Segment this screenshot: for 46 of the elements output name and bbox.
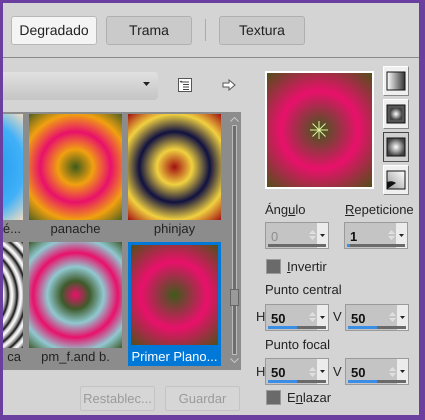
horizontal-spinner[interactable]: 50 [265,358,329,385]
radial-gradient-button[interactable] [383,132,409,162]
corner-gradient-button[interactable] [383,165,409,195]
crosshair-icon[interactable] [310,121,328,139]
list-settings-icon[interactable] [178,78,192,92]
arrow-right-icon[interactable] [222,79,236,91]
tab[interactable]: Textura [219,16,305,44]
dropdown-caret-icon[interactable] [320,370,326,373]
gradient-thumbnail[interactable] [29,242,122,348]
axis-label: H [256,362,265,381]
gradient-name: phinjay [152,220,196,238]
invert-label: Invertir [287,258,327,276]
vertical-spinner[interactable]: 50 [345,358,409,385]
axis-label: V [333,308,343,326]
section-title: Punto focal [265,336,332,354]
gradient-preview[interactable] [265,71,374,189]
link-label: Enlazar [287,389,332,407]
axis-label: H [256,308,265,326]
tab[interactable]: Degradado [11,16,97,44]
linear-gradient-button[interactable] [383,66,409,96]
gradient-name: ca [6,348,22,366]
dropdown-caret-icon[interactable] [320,316,326,318]
gradient-thumbnail[interactable] [128,242,221,348]
vertical-spinner[interactable]: 50 [345,304,409,330]
gradient-name: panache [50,220,102,238]
axis-label: V [333,362,343,381]
section-title: Punto central [265,281,343,299]
tab[interactable]: Trama [106,16,192,44]
dropdown-caret-icon[interactable] [399,234,404,236]
gradient-thumbnail[interactable] [128,114,221,220]
gradient-name: pm_f.and b. [40,348,111,366]
horizontal-spinner[interactable]: 50 [265,304,329,330]
repetitions-label: Repeticione [345,202,414,217]
angle-label: Ángulo [265,202,306,217]
gradient-name: é... [3,220,22,238]
rectangular-gradient-button[interactable] [383,99,409,129]
dropdown-field[interactable] [3,72,158,100]
gradient-thumbnail[interactable] [29,114,122,220]
gradient-name: Primer Plano... [128,348,221,366]
dropdown-caret-icon[interactable] [400,370,406,373]
dropdown-caret-icon[interactable] [400,316,406,318]
scroll-thumb[interactable] [230,289,238,306]
caret-icon [143,82,150,86]
checkbox[interactable] [266,258,281,274]
repetitions-spinner[interactable]: 1 [344,222,408,248]
checkbox[interactable] [266,390,281,406]
